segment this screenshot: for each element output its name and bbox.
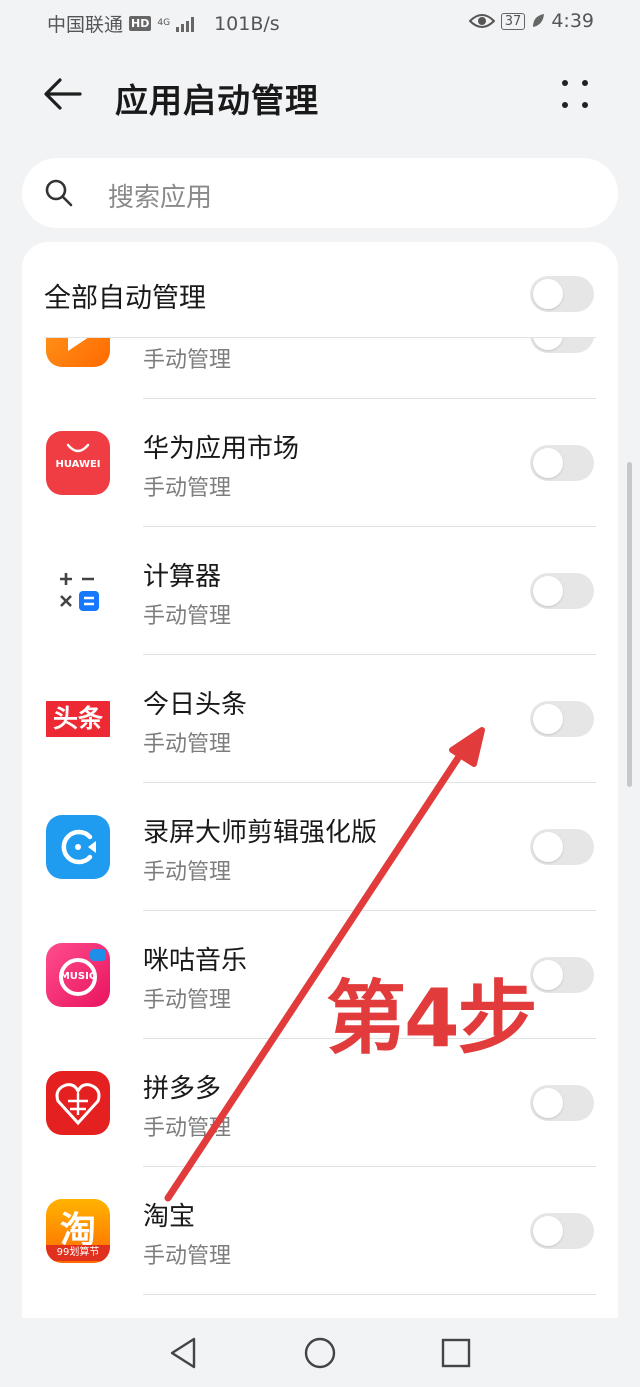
more-options-icon[interactable] [552, 74, 598, 116]
appgallery-wordmark: HUAWEI [55, 459, 101, 470]
back-arrow-icon[interactable] [40, 72, 88, 116]
app-toggle[interactable] [530, 1213, 594, 1249]
app-bar: 应用启动管理 [0, 60, 640, 130]
app-list-card: 全部自动管理 手动管理 HUAWEI 华为应用市场 手动管理 计算器 手动管理 … [22, 242, 618, 1322]
divider [143, 1294, 596, 1295]
toutiao-wordmark: 头条 [52, 704, 103, 733]
page-title: 应用启动管理 [115, 81, 319, 120]
list-item[interactable]: HUAWEI 华为应用市场 手动管理 [22, 399, 618, 527]
list-item[interactable]: 头条 今日头条 手动管理 [22, 655, 618, 783]
app-status: 手动管理 [143, 476, 232, 501]
taobao-icon: 淘 99划算节 [46, 1199, 110, 1263]
app-toggle[interactable] [530, 701, 594, 737]
leaf-icon [533, 14, 545, 27]
app-status: 手动管理 [143, 604, 232, 629]
app-toggle[interactable] [530, 1085, 594, 1121]
nav-home-icon[interactable] [303, 1336, 337, 1370]
battery-indicator: 37 [500, 12, 526, 30]
app-name: 录屏大师剪辑强化版 [143, 818, 378, 848]
app-name: 华为应用市场 [143, 434, 300, 464]
taobao-promo-label: 99划算节 [46, 1245, 110, 1261]
status-bar: 中国联通 HD 4G 101B/s 37 4:39 [0, 0, 640, 44]
eye-comfort-icon [468, 14, 495, 28]
app-status: 手动管理 [143, 860, 232, 885]
pinduoduo-icon [46, 1071, 110, 1135]
list-item[interactable]: 淘 99划算节 淘宝 手动管理 [22, 1167, 618, 1295]
manage-all-row[interactable]: 全部自动管理 [22, 242, 618, 338]
search-placeholder: 搜索应用 [108, 183, 213, 213]
network-type: 4G [157, 18, 171, 28]
app-status: 手动管理 [143, 1116, 232, 1141]
list-item[interactable]: 录屏大师剪辑强化版 手动管理 [22, 783, 618, 911]
clock: 4:39 [551, 10, 594, 32]
app-status: 手动管理 [143, 348, 232, 373]
toutiao-icon: 头条 [46, 687, 110, 751]
screen-recorder-icon [46, 815, 110, 879]
app-name: 拼多多 [143, 1074, 222, 1104]
search-input[interactable]: 搜索应用 [22, 158, 618, 228]
app-toggle[interactable] [530, 573, 594, 609]
app-name: 淘宝 [143, 1202, 196, 1232]
app-name: 今日头条 [143, 690, 248, 720]
huawei-appgallery-icon: HUAWEI [46, 431, 110, 495]
app-toggle[interactable] [530, 445, 594, 481]
signal-icon [176, 16, 195, 32]
app-name: 咪咕音乐 [143, 946, 248, 976]
app-status: 手动管理 [143, 732, 232, 757]
system-nav-bar [0, 1318, 640, 1387]
migu-wordmark: MUSIC [59, 971, 97, 982]
nav-back-icon[interactable] [166, 1336, 200, 1370]
nav-recents-icon[interactable] [439, 1336, 473, 1370]
list-item[interactable]: 计算器 手动管理 [22, 527, 618, 655]
app-status: 手动管理 [143, 988, 232, 1013]
app-status: 手动管理 [143, 1244, 232, 1269]
carrier-label: 中国联通 [47, 14, 124, 36]
divider [44, 337, 596, 338]
app-toggle[interactable] [530, 829, 594, 865]
calculator-icon [46, 559, 110, 623]
app-toggle[interactable] [530, 957, 594, 993]
manage-all-label: 全部自动管理 [44, 283, 206, 314]
search-icon [45, 179, 73, 207]
step-annotation-label: 第4步 [326, 972, 538, 1065]
network-speed: 101B/s [214, 12, 280, 35]
app-name: 计算器 [143, 562, 222, 592]
migu-music-icon: MUSIC [46, 943, 110, 1007]
scrollbar[interactable] [627, 462, 632, 787]
hd-badge: HD [129, 16, 152, 31]
manage-all-toggle[interactable] [530, 276, 594, 312]
